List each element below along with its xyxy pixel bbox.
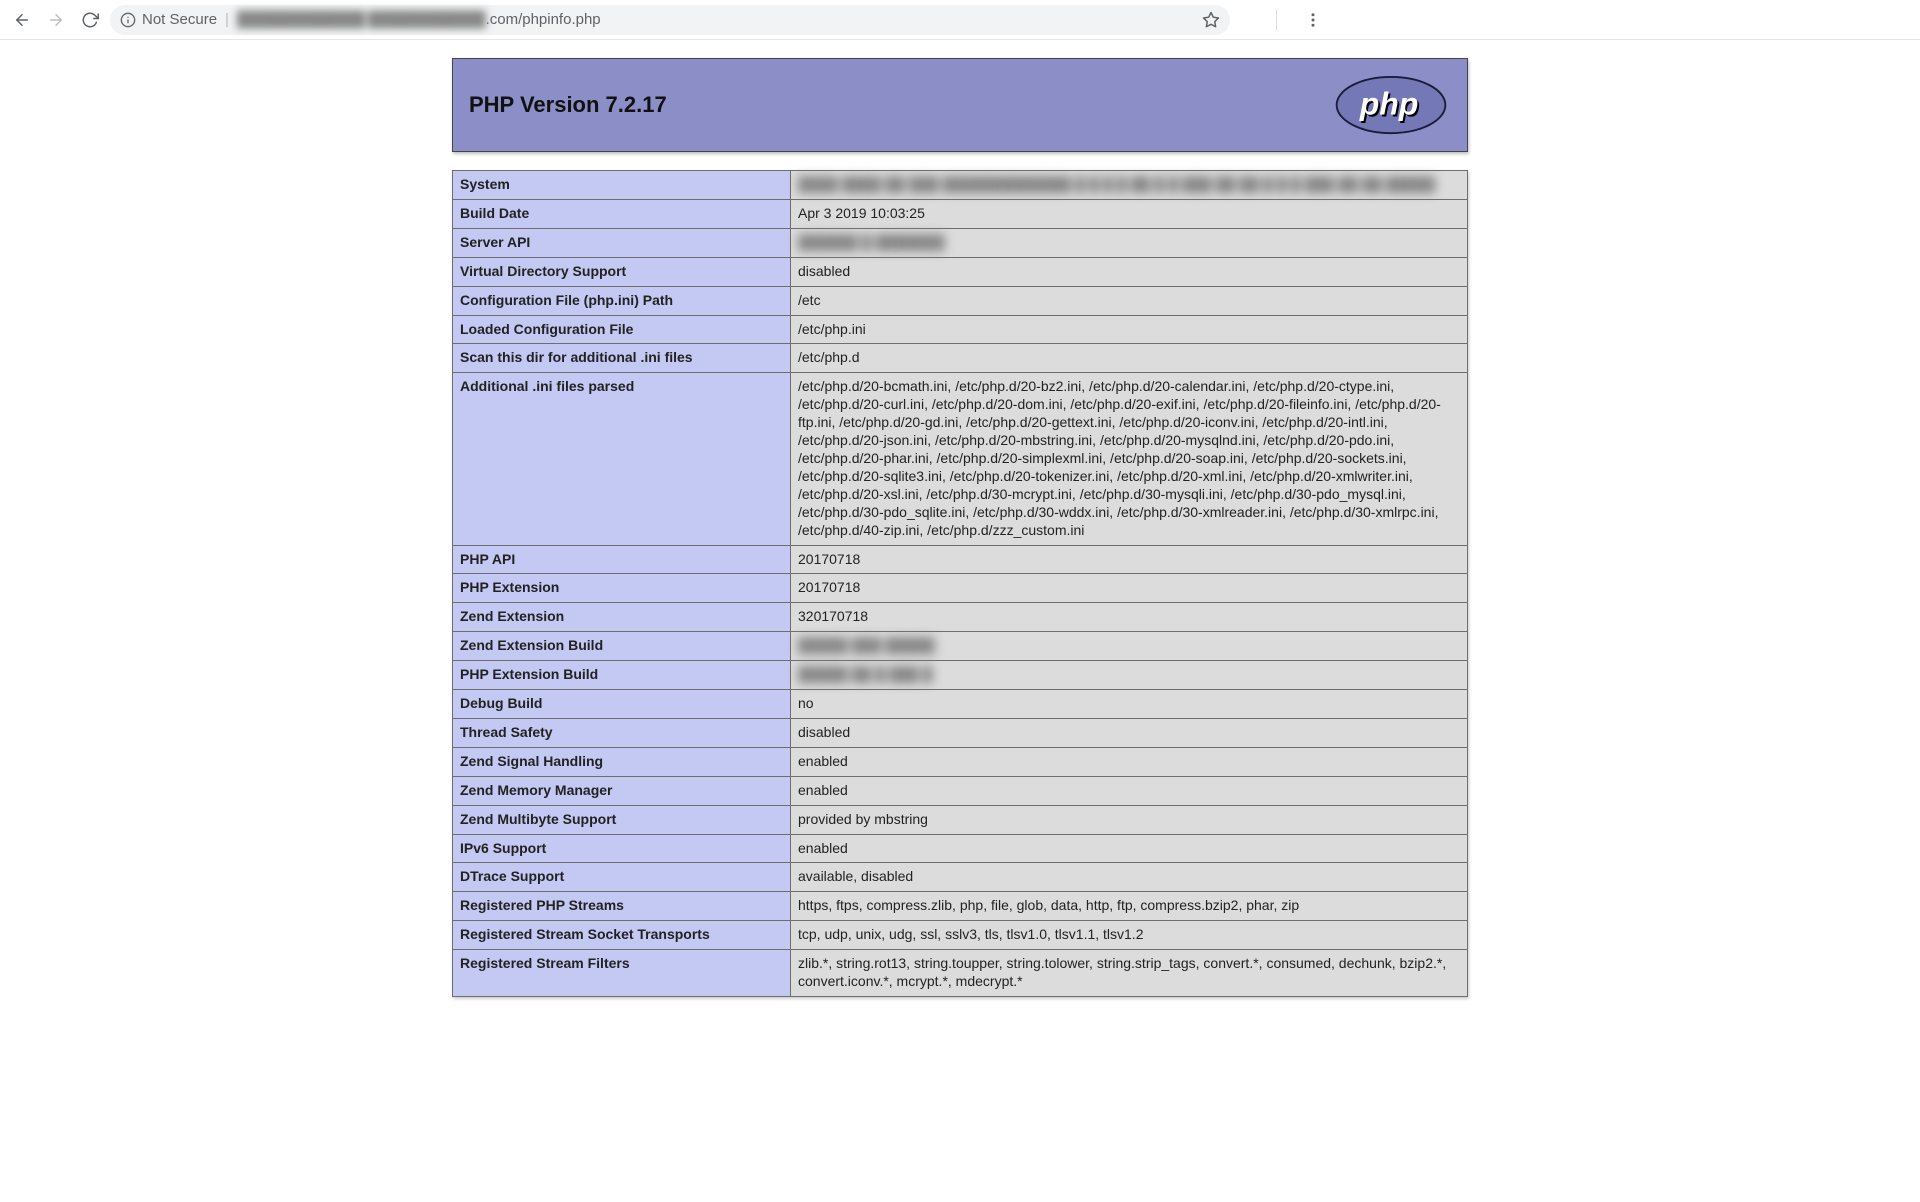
- row-key: Zend Multibyte Support: [453, 805, 791, 834]
- row-key: Scan this dir for additional .ini files: [453, 344, 791, 373]
- more-vertical-icon: [1304, 11, 1322, 29]
- row-value: zlib.*, string.rot13, string.toupper, st…: [791, 950, 1468, 997]
- page-title: PHP Version 7.2.17: [469, 92, 667, 118]
- row-value: https, ftps, compress.zlib, php, file, g…: [791, 892, 1468, 921]
- back-button[interactable]: [8, 6, 36, 34]
- menu-button[interactable]: [1299, 6, 1327, 34]
- table-row: PHP Extension Build█████ ██ █ ███ █: [453, 661, 1468, 690]
- row-key: Debug Build: [453, 690, 791, 719]
- table-row: Server API██████ █ ███████: [453, 228, 1468, 257]
- phpinfo-header: PHP Version 7.2.17 php php: [452, 58, 1468, 152]
- arrow-right-icon: [47, 11, 65, 29]
- row-key: Configuration File (php.ini) Path: [453, 286, 791, 315]
- table-row: Loaded Configuration File/etc/php.ini: [453, 315, 1468, 344]
- table-row: Zend Extension320170718: [453, 603, 1468, 632]
- reload-button[interactable]: [76, 6, 104, 34]
- table-row: DTrace Supportavailable, disabled: [453, 863, 1468, 892]
- row-value: enabled: [791, 834, 1468, 863]
- row-key: Server API: [453, 228, 791, 257]
- row-value: 20170718: [791, 574, 1468, 603]
- row-value: /etc/php.d: [791, 344, 1468, 373]
- url-text: ████████████ ███████████.com/phpinfo.php: [237, 11, 601, 28]
- table-row: PHP API20170718: [453, 545, 1468, 574]
- phpinfo-table: System████ ████ ██ ███ █████████████ █ █…: [452, 170, 1468, 997]
- row-key: Registered PHP Streams: [453, 892, 791, 921]
- row-key: PHP Extension Build: [453, 661, 791, 690]
- row-value: Apr 3 2019 10:03:25: [791, 199, 1468, 228]
- row-key: Registered Stream Socket Transports: [453, 921, 791, 950]
- table-row: Zend Signal Handlingenabled: [453, 747, 1468, 776]
- row-key: Additional .ini files parsed: [453, 373, 791, 545]
- row-key: Build Date: [453, 199, 791, 228]
- table-row: Registered PHP Streamshttps, ftps, compr…: [453, 892, 1468, 921]
- row-value: 320170718: [791, 603, 1468, 632]
- url-redacted: ████████████ ███████████: [237, 11, 486, 28]
- row-value: /etc/php.ini: [791, 315, 1468, 344]
- table-row: Thread Safetydisabled: [453, 718, 1468, 747]
- reload-icon: [81, 11, 99, 29]
- row-key: DTrace Support: [453, 863, 791, 892]
- row-value: enabled: [791, 747, 1468, 776]
- row-key: System: [453, 171, 791, 200]
- table-row: System████ ████ ██ ███ █████████████ █ █…: [453, 171, 1468, 200]
- row-key: Loaded Configuration File: [453, 315, 791, 344]
- svg-text:php: php: [1359, 85, 1418, 121]
- table-row: Debug Buildno: [453, 690, 1468, 719]
- row-value: █████ ███ █████: [791, 632, 1468, 661]
- security-label: Not Secure: [142, 11, 217, 28]
- table-row: Zend Memory Managerenabled: [453, 776, 1468, 805]
- url-suffix: .com/phpinfo.php: [486, 11, 601, 28]
- row-key: Zend Memory Manager: [453, 776, 791, 805]
- table-row: Additional .ini files parsed/etc/php.d/2…: [453, 373, 1468, 545]
- star-icon: [1202, 11, 1220, 29]
- row-value: disabled: [791, 718, 1468, 747]
- php-logo-icon: php php: [1331, 75, 1451, 135]
- row-value: /etc/php.d/20-bcmath.ini, /etc/php.d/20-…: [791, 373, 1468, 545]
- row-value: ██████ █ ███████: [791, 228, 1468, 257]
- row-value: enabled: [791, 776, 1468, 805]
- table-row: Virtual Directory Supportdisabled: [453, 257, 1468, 286]
- bookmark-button[interactable]: [1202, 11, 1220, 29]
- table-row: Registered Stream Socket Transportstcp, …: [453, 921, 1468, 950]
- row-value: █████ ██ █ ███ █: [791, 661, 1468, 690]
- row-value: 20170718: [791, 545, 1468, 574]
- security-indicator[interactable]: Not Secure: [120, 11, 217, 28]
- row-value: disabled: [791, 257, 1468, 286]
- row-key: PHP API: [453, 545, 791, 574]
- info-icon: [120, 12, 136, 28]
- arrow-left-icon: [13, 11, 31, 29]
- browser-toolbar: Not Secure | ████████████ ███████████.co…: [0, 0, 1920, 40]
- address-bar[interactable]: Not Secure | ████████████ ███████████.co…: [110, 5, 1230, 35]
- row-key: Zend Extension: [453, 603, 791, 632]
- row-key: PHP Extension: [453, 574, 791, 603]
- row-key: Zend Signal Handling: [453, 747, 791, 776]
- table-row: Zend Multibyte Supportprovided by mbstri…: [453, 805, 1468, 834]
- row-value: ████ ████ ██ ███ █████████████ █ █ █ █ █…: [791, 171, 1468, 200]
- row-value: tcp, udp, unix, udg, ssl, sslv3, tls, tl…: [791, 921, 1468, 950]
- row-key: Registered Stream Filters: [453, 950, 791, 997]
- table-row: Scan this dir for additional .ini files/…: [453, 344, 1468, 373]
- row-value: /etc: [791, 286, 1468, 315]
- table-row: Zend Extension Build█████ ███ █████: [453, 632, 1468, 661]
- table-row: Build DateApr 3 2019 10:03:25: [453, 199, 1468, 228]
- row-key: Zend Extension Build: [453, 632, 791, 661]
- row-key: Thread Safety: [453, 718, 791, 747]
- page-content: PHP Version 7.2.17 php php System████ ██…: [0, 40, 1920, 1037]
- row-value: available, disabled: [791, 863, 1468, 892]
- table-row: IPv6 Supportenabled: [453, 834, 1468, 863]
- table-row: Registered Stream Filterszlib.*, string.…: [453, 950, 1468, 997]
- forward-button[interactable]: [42, 6, 70, 34]
- toolbar-divider: [1276, 10, 1277, 30]
- table-row: Configuration File (php.ini) Path/etc: [453, 286, 1468, 315]
- separator: |: [225, 11, 229, 28]
- table-row: PHP Extension20170718: [453, 574, 1468, 603]
- row-key: IPv6 Support: [453, 834, 791, 863]
- row-value: provided by mbstring: [791, 805, 1468, 834]
- row-key: Virtual Directory Support: [453, 257, 791, 286]
- row-value: no: [791, 690, 1468, 719]
